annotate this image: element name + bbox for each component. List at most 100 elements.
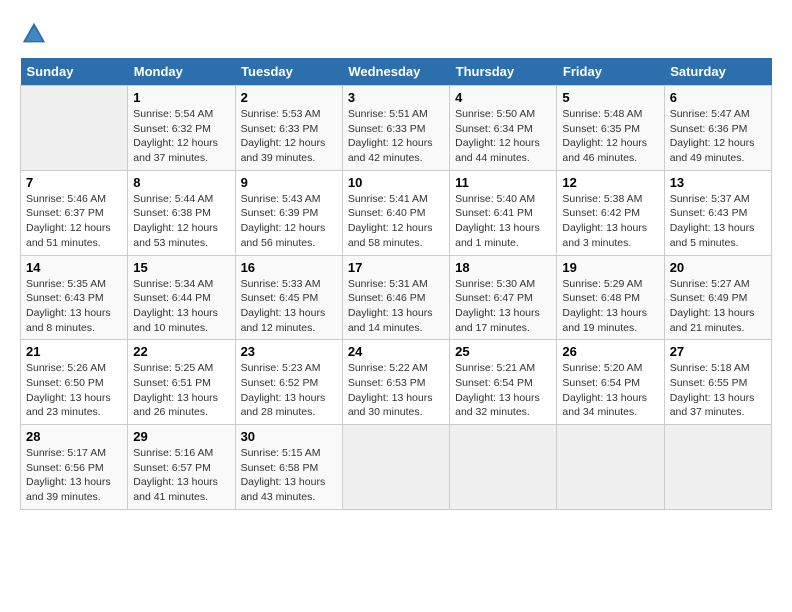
day-info: Sunrise: 5:43 AMSunset: 6:39 PMDaylight:…	[241, 192, 337, 251]
day-number: 20	[670, 260, 766, 275]
day-info: Sunrise: 5:34 AMSunset: 6:44 PMDaylight:…	[133, 277, 229, 336]
day-cell: 29 Sunrise: 5:16 AMSunset: 6:57 PMDayligh…	[128, 425, 235, 510]
day-number: 24	[348, 344, 444, 359]
day-info: Sunrise: 5:31 AMSunset: 6:46 PMDaylight:…	[348, 277, 444, 336]
day-cell	[450, 425, 557, 510]
day-number: 12	[562, 175, 658, 190]
day-number: 27	[670, 344, 766, 359]
day-number: 18	[455, 260, 551, 275]
header-row: SundayMondayTuesdayWednesdayThursdayFrid…	[21, 58, 772, 86]
day-number: 4	[455, 90, 551, 105]
day-info: Sunrise: 5:27 AMSunset: 6:49 PMDaylight:…	[670, 277, 766, 336]
day-cell: 16 Sunrise: 5:33 AMSunset: 6:45 PMDayligh…	[235, 255, 342, 340]
day-info: Sunrise: 5:15 AMSunset: 6:58 PMDaylight:…	[241, 446, 337, 505]
day-number: 5	[562, 90, 658, 105]
col-header-saturday: Saturday	[664, 58, 771, 86]
logo-icon	[20, 20, 48, 48]
day-cell: 4 Sunrise: 5:50 AMSunset: 6:34 PMDaylight…	[450, 86, 557, 171]
day-number: 26	[562, 344, 658, 359]
day-info: Sunrise: 5:47 AMSunset: 6:36 PMDaylight:…	[670, 107, 766, 166]
calendar-table: SundayMondayTuesdayWednesdayThursdayFrid…	[20, 58, 772, 510]
day-cell: 6 Sunrise: 5:47 AMSunset: 6:36 PMDaylight…	[664, 86, 771, 171]
day-info: Sunrise: 5:50 AMSunset: 6:34 PMDaylight:…	[455, 107, 551, 166]
day-cell: 2 Sunrise: 5:53 AMSunset: 6:33 PMDaylight…	[235, 86, 342, 171]
day-cell: 24 Sunrise: 5:22 AMSunset: 6:53 PMDayligh…	[342, 340, 449, 425]
day-cell: 21 Sunrise: 5:26 AMSunset: 6:50 PMDayligh…	[21, 340, 128, 425]
day-cell	[21, 86, 128, 171]
day-number: 30	[241, 429, 337, 444]
day-cell: 9 Sunrise: 5:43 AMSunset: 6:39 PMDaylight…	[235, 170, 342, 255]
day-cell: 22 Sunrise: 5:25 AMSunset: 6:51 PMDayligh…	[128, 340, 235, 425]
day-number: 21	[26, 344, 122, 359]
day-cell	[557, 425, 664, 510]
col-header-tuesday: Tuesday	[235, 58, 342, 86]
day-info: Sunrise: 5:41 AMSunset: 6:40 PMDaylight:…	[348, 192, 444, 251]
day-info: Sunrise: 5:53 AMSunset: 6:33 PMDaylight:…	[241, 107, 337, 166]
day-info: Sunrise: 5:25 AMSunset: 6:51 PMDaylight:…	[133, 361, 229, 420]
week-row-4: 21 Sunrise: 5:26 AMSunset: 6:50 PMDayligh…	[21, 340, 772, 425]
col-header-friday: Friday	[557, 58, 664, 86]
week-row-1: 1 Sunrise: 5:54 AMSunset: 6:32 PMDaylight…	[21, 86, 772, 171]
day-number: 17	[348, 260, 444, 275]
day-cell: 8Sunrise: 5:44 AMSunset: 6:38 PMDaylight…	[128, 170, 235, 255]
day-cell: 17 Sunrise: 5:31 AMSunset: 6:46 PMDayligh…	[342, 255, 449, 340]
day-number: 23	[241, 344, 337, 359]
day-cell: 23 Sunrise: 5:23 AMSunset: 6:52 PMDayligh…	[235, 340, 342, 425]
day-number: 10	[348, 175, 444, 190]
col-header-sunday: Sunday	[21, 58, 128, 86]
day-cell: 26Sunrise: 5:20 AMSunset: 6:54 PMDayligh…	[557, 340, 664, 425]
day-info: Sunrise: 5:17 AMSunset: 6:56 PMDaylight:…	[26, 446, 122, 505]
day-cell: 3Sunrise: 5:51 AMSunset: 6:33 PMDaylight…	[342, 86, 449, 171]
week-row-5: 28 Sunrise: 5:17 AMSunset: 6:56 PMDayligh…	[21, 425, 772, 510]
col-header-thursday: Thursday	[450, 58, 557, 86]
day-cell: 28 Sunrise: 5:17 AMSunset: 6:56 PMDayligh…	[21, 425, 128, 510]
day-number: 19	[562, 260, 658, 275]
day-info: Sunrise: 5:26 AMSunset: 6:50 PMDaylight:…	[26, 361, 122, 420]
col-header-wednesday: Wednesday	[342, 58, 449, 86]
day-cell: 19Sunrise: 5:29 AMSunset: 6:48 PMDayligh…	[557, 255, 664, 340]
day-number: 2	[241, 90, 337, 105]
day-number: 15	[133, 260, 229, 275]
day-info: Sunrise: 5:16 AMSunset: 6:57 PMDaylight:…	[133, 446, 229, 505]
day-cell: 7Sunrise: 5:46 AMSunset: 6:37 PMDaylight…	[21, 170, 128, 255]
day-info: Sunrise: 5:40 AMSunset: 6:41 PMDaylight:…	[455, 192, 551, 251]
day-number: 29	[133, 429, 229, 444]
day-number: 16	[241, 260, 337, 275]
day-cell: 18 Sunrise: 5:30 AMSunset: 6:47 PMDayligh…	[450, 255, 557, 340]
day-info: Sunrise: 5:46 AMSunset: 6:37 PMDaylight:…	[26, 192, 122, 251]
day-info: Sunrise: 5:35 AMSunset: 6:43 PMDaylight:…	[26, 277, 122, 336]
day-info: Sunrise: 5:23 AMSunset: 6:52 PMDaylight:…	[241, 361, 337, 420]
day-info: Sunrise: 5:30 AMSunset: 6:47 PMDaylight:…	[455, 277, 551, 336]
day-number: 22	[133, 344, 229, 359]
day-cell: 12Sunrise: 5:38 AMSunset: 6:42 PMDayligh…	[557, 170, 664, 255]
day-info: Sunrise: 5:44 AMSunset: 6:38 PMDaylight:…	[133, 192, 229, 251]
day-cell: 5 Sunrise: 5:48 AMSunset: 6:35 PMDaylight…	[557, 86, 664, 171]
day-cell: 27 Sunrise: 5:18 AMSunset: 6:55 PMDayligh…	[664, 340, 771, 425]
day-cell: 11 Sunrise: 5:40 AMSunset: 6:41 PMDayligh…	[450, 170, 557, 255]
day-info: Sunrise: 5:18 AMSunset: 6:55 PMDaylight:…	[670, 361, 766, 420]
day-number: 3	[348, 90, 444, 105]
day-number: 25	[455, 344, 551, 359]
week-row-2: 7Sunrise: 5:46 AMSunset: 6:37 PMDaylight…	[21, 170, 772, 255]
day-number: 13	[670, 175, 766, 190]
day-cell: 10 Sunrise: 5:41 AMSunset: 6:40 PMDayligh…	[342, 170, 449, 255]
day-cell: 30 Sunrise: 5:15 AMSunset: 6:58 PMDayligh…	[235, 425, 342, 510]
day-number: 9	[241, 175, 337, 190]
day-info: Sunrise: 5:54 AMSunset: 6:32 PMDaylight:…	[133, 107, 229, 166]
day-cell: 1 Sunrise: 5:54 AMSunset: 6:32 PMDaylight…	[128, 86, 235, 171]
day-number: 14	[26, 260, 122, 275]
day-info: Sunrise: 5:48 AMSunset: 6:35 PMDaylight:…	[562, 107, 658, 166]
day-cell: 25 Sunrise: 5:21 AMSunset: 6:54 PMDayligh…	[450, 340, 557, 425]
day-number: 11	[455, 175, 551, 190]
day-cell: 13 Sunrise: 5:37 AMSunset: 6:43 PMDayligh…	[664, 170, 771, 255]
day-info: Sunrise: 5:37 AMSunset: 6:43 PMDaylight:…	[670, 192, 766, 251]
day-number: 1	[133, 90, 229, 105]
header	[20, 20, 772, 48]
day-info: Sunrise: 5:22 AMSunset: 6:53 PMDaylight:…	[348, 361, 444, 420]
day-info: Sunrise: 5:21 AMSunset: 6:54 PMDaylight:…	[455, 361, 551, 420]
day-number: 28	[26, 429, 122, 444]
day-number: 6	[670, 90, 766, 105]
day-cell: 15 Sunrise: 5:34 AMSunset: 6:44 PMDayligh…	[128, 255, 235, 340]
day-cell	[342, 425, 449, 510]
day-info: Sunrise: 5:33 AMSunset: 6:45 PMDaylight:…	[241, 277, 337, 336]
